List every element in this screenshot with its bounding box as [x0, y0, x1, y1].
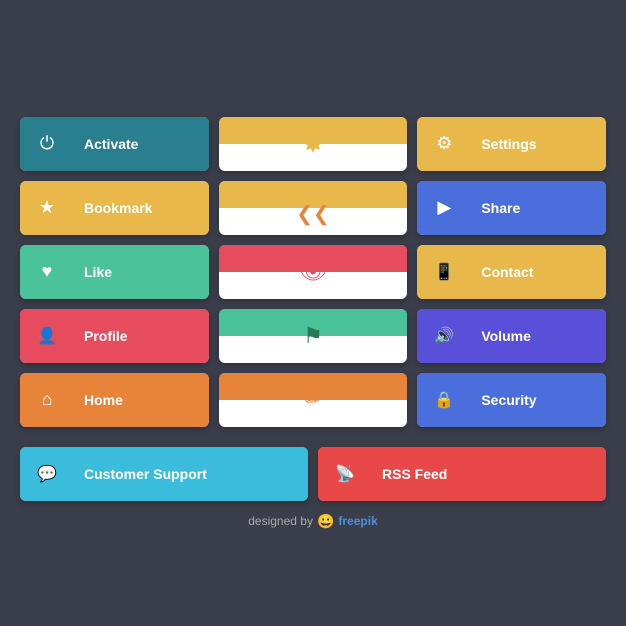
lock-icon: 🔒 — [434, 390, 454, 410]
power-icon: ⏻ — [40, 133, 54, 154]
settings-button[interactable]: ⚙ Settings — [417, 117, 606, 171]
activate-label-area: Activate — [74, 117, 209, 171]
deco-card-2: ❮❮ — [219, 181, 408, 235]
bookmark-button[interactable]: ★ Bookmark — [20, 181, 209, 235]
speaker-icon: 🔊 — [434, 326, 454, 346]
home-icon-area: ⌂ — [20, 373, 74, 427]
home-label: Home — [84, 392, 123, 408]
contact-icon-area: 📱 — [417, 245, 471, 299]
chat-icon: 💬 — [37, 464, 57, 484]
deco-card-4: ⚑ — [219, 309, 408, 363]
volume-icon-area: 🔊 — [417, 309, 471, 363]
settings-icon-area: ⚙ — [417, 117, 471, 171]
home-button[interactable]: ⌂ Home — [20, 373, 209, 427]
eye-icon: 👁 — [299, 259, 327, 285]
rss-label: RSS Feed — [382, 466, 447, 482]
footer-text: designed by — [248, 514, 313, 528]
deco-card-5: ✏ — [219, 373, 408, 427]
like-icon-area: ♥ — [20, 245, 74, 299]
settings-label-area: Settings — [471, 117, 606, 171]
contact-button[interactable]: 📱 Contact — [417, 245, 606, 299]
profile-label-area: Profile — [74, 309, 209, 363]
activate-label: Activate — [84, 136, 138, 152]
freepik-icon: 😀 — [317, 513, 334, 530]
contact-label: Contact — [481, 264, 533, 280]
wide-button-row: 💬 Customer Support 📡 RSS Feed — [0, 447, 626, 501]
contact-label-area: Contact — [471, 245, 606, 299]
like-label-area: Like — [74, 245, 209, 299]
customer-support-label: Customer Support — [84, 466, 207, 482]
volume-label: Volume — [481, 328, 531, 344]
customer-support-button[interactable]: 💬 Customer Support — [20, 447, 308, 501]
star-burst-icon: ✸ — [302, 128, 324, 159]
rss-icon: 📡 — [335, 464, 355, 484]
rss-label-area: RSS Feed — [372, 447, 606, 501]
brand-name: freepik — [338, 514, 377, 528]
volume-button[interactable]: 🔊 Volume — [417, 309, 606, 363]
footer: designed by 😀 freepik — [248, 513, 378, 530]
like-label: Like — [84, 264, 112, 280]
bookmark-label-area: Bookmark — [74, 181, 209, 235]
profile-button[interactable]: 👤 Profile — [20, 309, 209, 363]
share-label-area: Share — [471, 181, 606, 235]
customer-support-icon-area: 💬 — [20, 447, 74, 501]
house-icon: ⌂ — [42, 389, 53, 410]
pencil-icon: ✏ — [305, 387, 322, 412]
security-label: Security — [481, 392, 536, 408]
phone-icon: 📱 — [434, 262, 454, 282]
arrow-right-icon: ▶ — [437, 197, 451, 218]
rss-feed-button[interactable]: 📡 RSS Feed — [318, 447, 606, 501]
security-button[interactable]: 🔒 Security — [417, 373, 606, 427]
bookmark-icon-area: ★ — [20, 181, 74, 235]
share-label: Share — [481, 200, 520, 216]
user-icon: 👤 — [37, 326, 57, 346]
activate-icon-area: ⏻ — [20, 117, 74, 171]
like-button[interactable]: ♥ Like — [20, 245, 209, 299]
home-label-area: Home — [74, 373, 209, 427]
security-label-area: Security — [471, 373, 606, 427]
activate-button[interactable]: ⏻ Activate — [20, 117, 209, 171]
gear-icon: ⚙ — [436, 133, 452, 154]
flag-icon: ⚑ — [303, 323, 323, 349]
volume-label-area: Volume — [471, 309, 606, 363]
customer-support-label-area: Customer Support — [74, 447, 308, 501]
chevron-down-icon: ❮❮ — [296, 201, 330, 226]
settings-label: Settings — [481, 136, 536, 152]
star-icon: ★ — [39, 197, 55, 218]
profile-label: Profile — [84, 328, 128, 344]
heart-icon: ♥ — [42, 261, 53, 282]
share-button[interactable]: ▶ Share — [417, 181, 606, 235]
deco-card-1: ✸ — [219, 117, 408, 171]
bookmark-label: Bookmark — [84, 200, 152, 216]
security-icon-area: 🔒 — [417, 373, 471, 427]
share-icon-area: ▶ — [417, 181, 471, 235]
button-grid: ⏻ Activate ✸ ⚙ Settings ★ Bookmark ❮❮ — [0, 97, 626, 447]
rss-icon-area: 📡 — [318, 447, 372, 501]
profile-icon-area: 👤 — [20, 309, 74, 363]
deco-card-3: 👁 — [219, 245, 408, 299]
